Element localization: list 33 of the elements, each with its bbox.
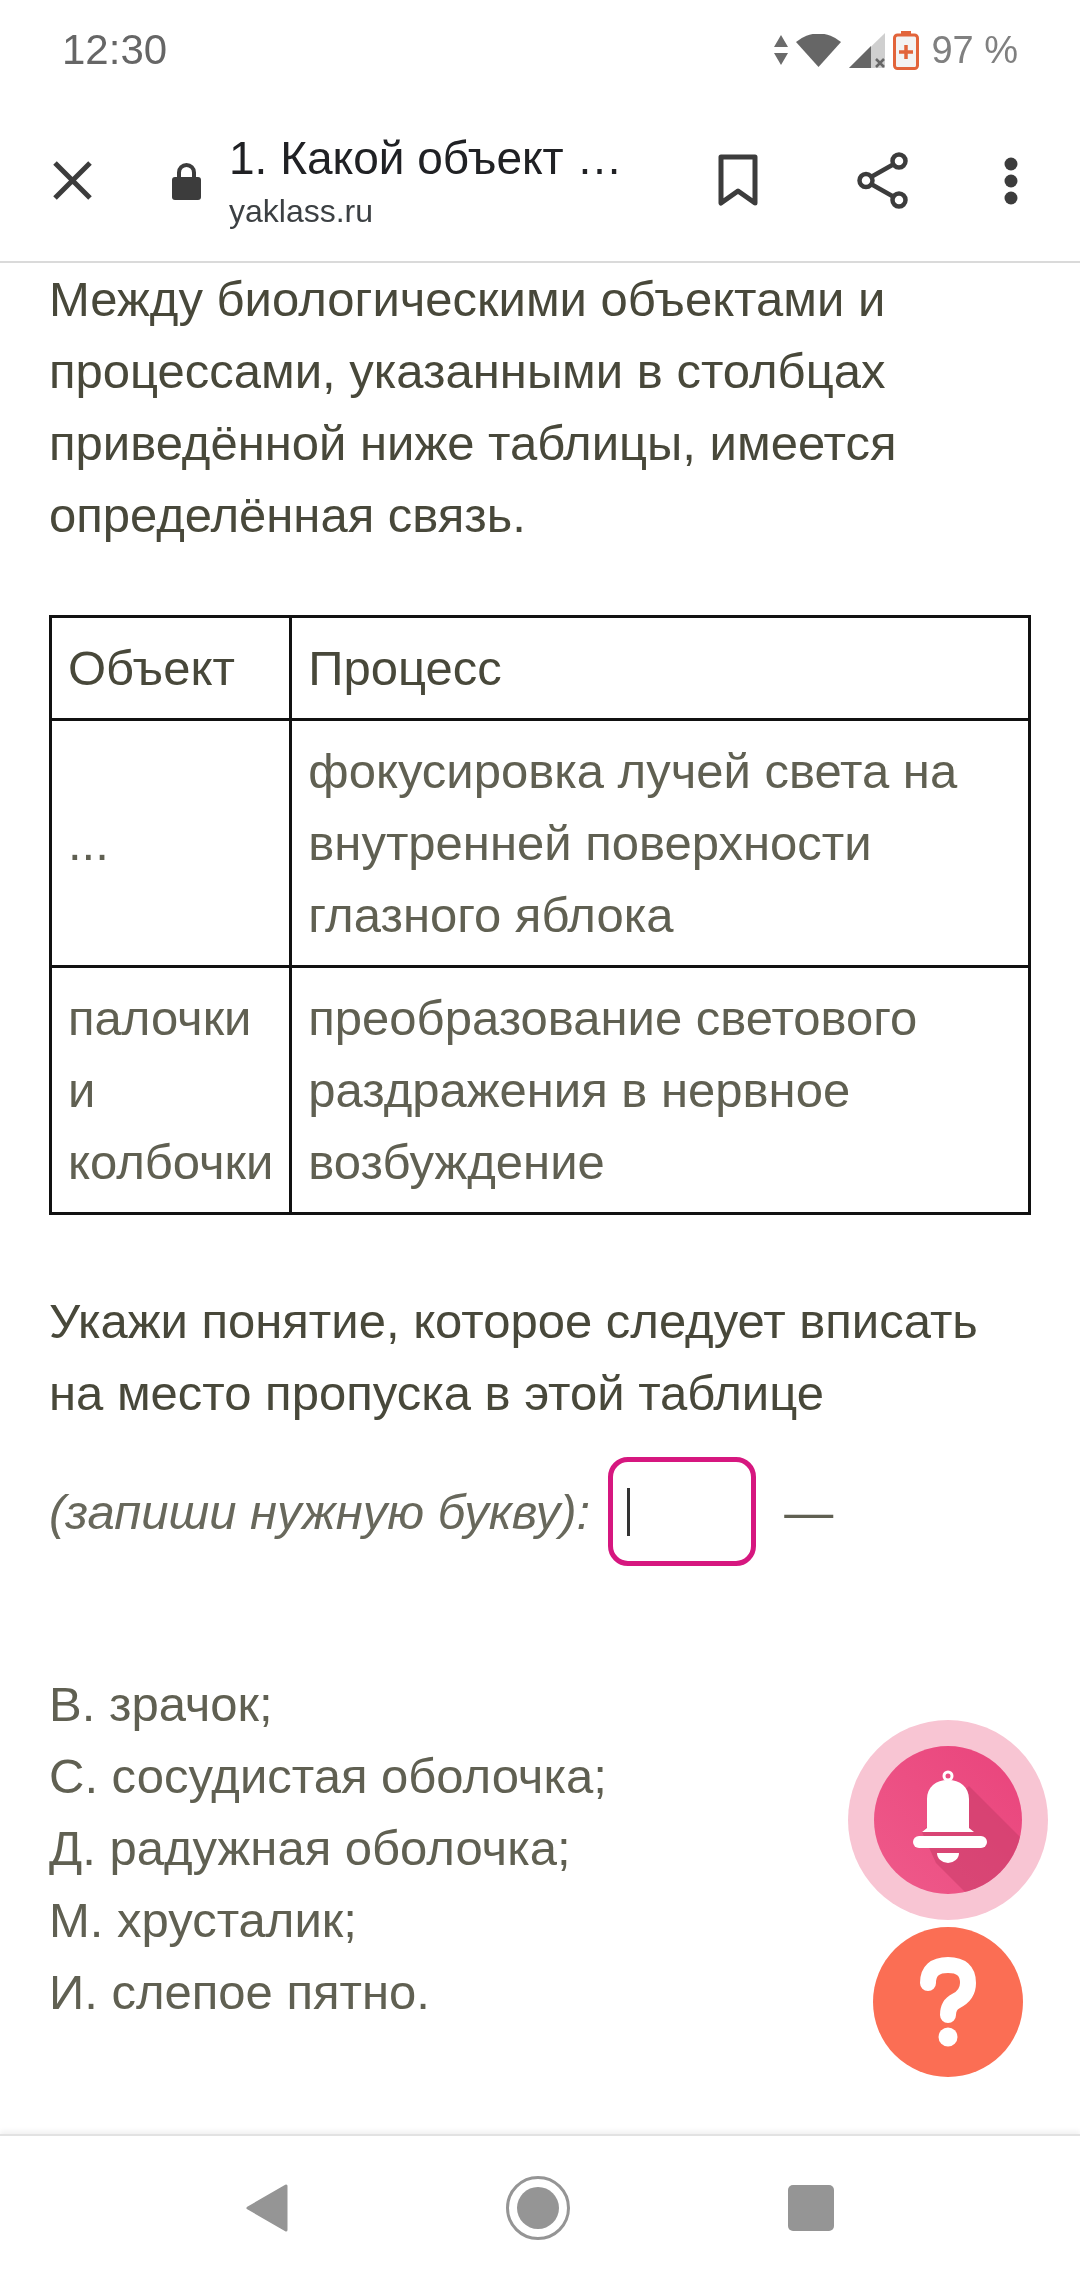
wifi-icon	[796, 33, 842, 67]
back-icon[interactable]	[246, 2184, 288, 2232]
table-cell: палочки и колбочки	[50, 966, 291, 1214]
option-text: С. сосудистая оболочка;	[49, 1748, 607, 1805]
column-header: Объект	[50, 616, 291, 720]
signal-icon	[849, 32, 886, 68]
dash-text: —	[784, 1483, 834, 1541]
battery-percent: 97 %	[931, 28, 1018, 72]
option-text: М. хрусталик;	[49, 1892, 357, 1949]
battery-icon	[893, 30, 920, 70]
option-text: В. зрачок;	[49, 1676, 273, 1733]
column-header: Процесс	[290, 616, 1030, 720]
home-icon[interactable]	[506, 2176, 570, 2240]
more-icon[interactable]	[1004, 156, 1018, 205]
question-text: Укажи понятие, которое следует вписать на место пропуска в этой таблице	[49, 1293, 979, 1422]
lock-icon	[171, 161, 202, 200]
share-icon[interactable]	[856, 152, 909, 209]
bell-icon	[874, 1746, 1022, 1894]
table-cell: преобразование светового раздражения в нервное возбуждение	[290, 966, 1030, 1214]
page-url: yaklass.ru	[229, 192, 375, 230]
answer-field[interactable]	[608, 1457, 757, 1566]
clock-time: 12:30	[62, 26, 168, 74]
hint-text: (запиши нужную букву):	[49, 1483, 591, 1541]
option-text: И. слепое пятно.	[49, 1964, 430, 2021]
bookmark-icon[interactable]	[718, 154, 758, 207]
close-icon[interactable]	[52, 160, 93, 201]
text-cursor-icon	[627, 1488, 631, 1536]
page-title: 1. Какой объект …	[229, 131, 624, 185]
option-text: Д. радужная оболочка;	[49, 1820, 571, 1877]
data-arrows-icon	[774, 35, 789, 65]
intro-text: Между биологическими объектами и процессами, указанными в столбцах приведённой ниже таблицы, имеется определённая связь.	[49, 271, 898, 544]
table-cell: фокусировка лучей света на внутренней поверхности глазного яблока	[290, 719, 1030, 967]
table-cell: ...	[50, 719, 291, 967]
